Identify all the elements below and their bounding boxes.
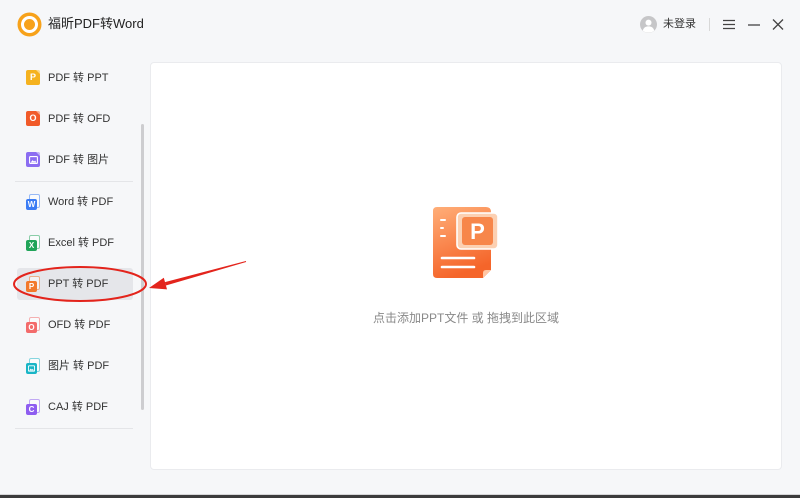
sidebar-item-label: OFD 转 PDF xyxy=(48,319,111,331)
close-icon xyxy=(772,19,784,30)
user-avatar-icon xyxy=(640,16,657,33)
close-button[interactable] xyxy=(769,15,787,33)
login-button[interactable]: 未登录 xyxy=(638,14,700,35)
ppt-file-icon: P xyxy=(432,206,500,280)
sidebar-scrollbar[interactable] xyxy=(141,124,144,410)
sidebar-group-to-pdf: W Word 转 PDF X Excel 转 PDF P PPT 转 PDF O… xyxy=(0,186,140,423)
sidebar-item-label: 图片 转 PDF xyxy=(48,360,110,372)
icon-glyph: C xyxy=(26,404,37,415)
icon-glyph: P xyxy=(26,70,40,85)
sidebar-divider xyxy=(15,428,133,429)
ppt-badge-letter: P xyxy=(470,219,485,244)
sidebar-item-caj-to-pdf[interactable]: C CAJ 转 PDF xyxy=(17,391,133,423)
icon-glyph: X xyxy=(26,240,37,251)
titlebar-divider xyxy=(709,18,710,31)
image-icon xyxy=(25,358,41,374)
sidebar-divider xyxy=(15,181,133,182)
menu-button[interactable] xyxy=(720,15,738,33)
sidebar: P PDF 转 PPT O PDF 转 OFD PDF 转 图片 W Word … xyxy=(0,62,140,462)
login-status-label: 未登录 xyxy=(663,18,696,30)
sidebar-item-label: CAJ 转 PDF xyxy=(48,401,108,413)
icon-glyph: P xyxy=(26,281,37,292)
word-icon: W xyxy=(25,194,41,210)
app-title: 福昕PDF转Word xyxy=(48,16,144,31)
icon-glyph xyxy=(26,152,40,167)
sidebar-item-pdf-to-ofd[interactable]: O PDF 转 OFD xyxy=(17,103,133,135)
foxit-logo-icon xyxy=(17,12,42,37)
caj-icon: C xyxy=(25,399,41,415)
sidebar-item-image-to-pdf[interactable]: 图片 转 PDF xyxy=(17,350,133,382)
sidebar-item-label: PDF 转 PPT xyxy=(48,72,109,84)
ppt-icon: P xyxy=(25,276,41,292)
sidebar-item-excel-to-pdf[interactable]: X Excel 转 PDF xyxy=(17,227,133,259)
excel-icon: X xyxy=(25,235,41,251)
sidebar-item-label: PDF 转 OFD xyxy=(48,113,111,125)
ppt-icon: P xyxy=(25,70,41,86)
sidebar-item-ppt-to-pdf[interactable]: P PPT 转 PDF xyxy=(17,268,133,300)
sidebar-item-label: Word 转 PDF xyxy=(48,196,114,208)
icon-glyph: O xyxy=(26,111,40,126)
minimize-button[interactable] xyxy=(745,15,763,33)
sidebar-item-ofd-to-pdf[interactable]: O OFD 转 PDF xyxy=(17,309,133,341)
document-fold xyxy=(483,270,491,278)
file-drop-zone[interactable]: P 点击添加PPT文件 或 拖拽到此区域 xyxy=(151,63,781,469)
ofd-icon: O xyxy=(25,317,41,333)
icon-glyph: O xyxy=(26,322,37,333)
title-bar: 福昕PDF转Word 未登录 xyxy=(0,0,800,50)
sidebar-item-pdf-to-ppt[interactable]: P PDF 转 PPT xyxy=(17,62,133,94)
icon-glyph: W xyxy=(26,199,37,210)
main-panel: P 点击添加PPT文件 或 拖拽到此区域 xyxy=(150,62,782,470)
image-icon xyxy=(25,152,41,168)
minimize-icon xyxy=(748,24,760,26)
sidebar-item-pdf-to-image[interactable]: PDF 转 图片 xyxy=(17,144,133,176)
sidebar-item-label: PPT 转 PDF xyxy=(48,278,109,290)
sidebar-item-label: Excel 转 PDF xyxy=(48,237,115,249)
sidebar-item-word-to-pdf[interactable]: W Word 转 PDF xyxy=(17,186,133,218)
icon-glyph xyxy=(26,363,37,374)
menu-icon xyxy=(723,19,735,30)
sidebar-group-from-pdf: P PDF 转 PPT O PDF 转 OFD PDF 转 图片 xyxy=(0,62,140,176)
sidebar-item-label: PDF 转 图片 xyxy=(48,154,110,166)
drop-hint-text: 点击添加PPT文件 或 拖拽到此区域 xyxy=(372,311,559,325)
ofd-icon: O xyxy=(25,111,41,127)
